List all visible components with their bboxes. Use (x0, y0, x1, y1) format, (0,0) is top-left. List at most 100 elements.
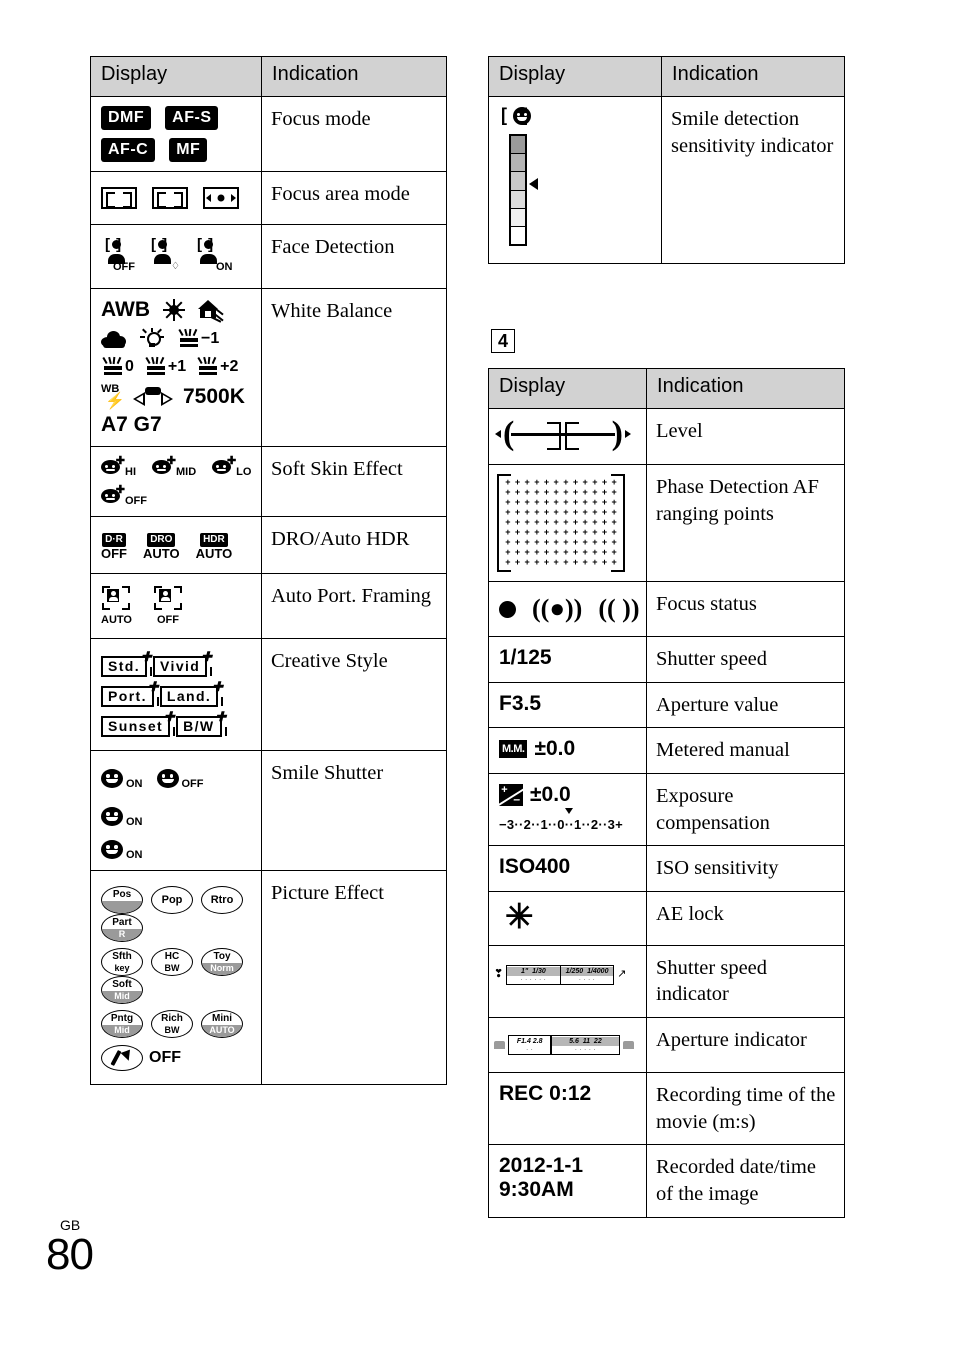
soft-skin-lo-icon: ✚ (212, 456, 236, 478)
picture-effect-high-contrast-mono-icon: HC BW (151, 948, 193, 976)
indication-cell-recorded-datetime: Recorded date/time of the image (646, 1144, 845, 1218)
pe-sfth-sub-label: key (114, 963, 130, 973)
auto-portrait-framing-off-icon: OFF (153, 586, 182, 626)
pe-rich-label: Rich (161, 1013, 183, 1024)
table-row: ✚ HI ✚ MID ✚ LO ✚ OFF Soft Skin Effect (90, 446, 447, 517)
display-cell-phase-detection-af: + + + + + + + + + + + + + + + + + + + + + + + + + + + + + + + + + + + + +… (488, 464, 647, 582)
fluorescent-plus2-label: +2 (220, 358, 239, 375)
indication-cell-white-balance: White Balance (261, 288, 447, 447)
sensitivity-pointer-icon (529, 178, 538, 190)
indication-cell-phase-detection-af: Phase Detection AF ranging points (646, 464, 845, 582)
face-detection-off-label: OFF (113, 261, 135, 273)
smile-shutter-on-label-3: ON (126, 849, 143, 861)
smile-shutter-off-icon (156, 766, 182, 790)
column-header-display: Display (488, 56, 662, 97)
display-cell-rec-time: REC 0:12 (488, 1072, 647, 1146)
table-row: ((●)) (( )) Focus status (488, 581, 845, 637)
creative-style-bw-icon: B/W ✚ (176, 710, 227, 737)
table-row: + – ±0.0 −3··2··1··0··1··2··3+ Exposure c… (488, 772, 845, 847)
mf-icon: MF (169, 138, 208, 162)
table-row: ✳ AE lock (488, 890, 845, 946)
ap-label-1: F1.4 (516, 1038, 531, 1046)
display-cell-dro-auto-hdr: D·R OFF DRO AUTO HDR AUTO (90, 516, 262, 574)
display-cell-shutter-speed: 1/125 (488, 636, 647, 683)
smile-face-icon (513, 107, 531, 125)
indication-cell-ae-lock: AE lock (646, 890, 845, 946)
picture-effect-off-icon (101, 1045, 143, 1071)
display-indication-table-right-bottom: Display Indication () Level + + + + + + + + + + + +… (488, 368, 845, 1218)
creative-style-sunset-icon: Sunset ✚ (101, 710, 176, 737)
color-filter-label: A7 G7 (101, 413, 162, 436)
fluorescent-warm-white-icon (177, 328, 201, 350)
display-cell-creative-style: Std. ✚ Vivid ✚ Port. ✚ Land. ✚ Sunset ✚ B/W ✚ (90, 638, 262, 751)
indication-cell-smile-sensitivity: Smile detection sensitivity indicator (661, 96, 845, 264)
recorded-date-value: 2012-1-1 (499, 1154, 584, 1178)
creative-style-sunset-label: Sunset (108, 718, 164, 734)
picture-effect-soft-high-key-icon: Sfth key (101, 948, 143, 976)
pe-pntg-sub-label: Mid (114, 1025, 130, 1035)
daylight-icon (163, 299, 185, 321)
table-header-row: Display Indication (488, 368, 845, 409)
exposure-compensation-icon: + – (499, 783, 523, 806)
smile-shutter-on-icon-3 (101, 837, 126, 861)
table-header-row: Display Indication (488, 56, 845, 97)
fluorescent-daylight-icon (196, 356, 220, 378)
pe-rtro-label: Rtro (210, 894, 234, 906)
indication-cell-smile-shutter: Smile Shutter (261, 750, 447, 871)
picture-effect-partial-color-icon: Part R (101, 914, 143, 942)
display-cell-focus-mode: DMF AF-S AF-C MF (90, 96, 262, 172)
page-number: 80 (46, 1230, 94, 1279)
smile-shutter-on-label-1: ON (126, 778, 143, 790)
indication-cell-face-detection: Face Detection (261, 224, 447, 289)
ap-label-4: 11 (582, 1038, 591, 1046)
deep-depth-icon (623, 1041, 634, 1050)
picture-effect-toy-camera-icon: Toy Norm (201, 948, 243, 976)
dro-auto-chip: DRO (147, 533, 176, 547)
display-cell-ae-lock: ✳ (488, 890, 647, 946)
table-header-row: Display Indication (90, 56, 447, 97)
custom-wb-icon (133, 386, 173, 408)
ss-label-2: 1/30 (532, 967, 546, 975)
indication-cell-rec-time: Recording time of the movie (m:s) (646, 1072, 845, 1146)
exposure-compensation-value: ±0.0 (530, 782, 571, 806)
display-cell-picture-effect: Pos Pop Rtro Part R Sfth key HC BW Toy Norm … (90, 870, 262, 1085)
creative-style-standard-label: Std. (108, 658, 141, 674)
display-cell-iso: ISO400 (488, 845, 647, 892)
creative-style-standard-icon: Std. ✚ (101, 650, 153, 677)
center-af-icon (152, 187, 188, 209)
picture-effect-rich-tone-mono-icon: Rich BW (151, 1010, 193, 1038)
fluorescent-minus1-label: −1 (201, 330, 220, 347)
apf-off-label: OFF (156, 614, 179, 626)
table-row: ON OFF ON ON Smile Shutter (90, 750, 447, 871)
section-number-marker: 4 (491, 329, 515, 353)
indication-cell-iso: ISO sensitivity (646, 845, 845, 892)
face-registration-glyph: ♢ (171, 261, 180, 272)
picture-effect-posterization-icon: Pos (101, 886, 143, 914)
smile-shutter-off-label: OFF (181, 778, 204, 790)
column-header-indication: Indication (661, 56, 845, 97)
dro-off-label: OFF (101, 546, 127, 561)
soft-skin-off-label: OFF (125, 495, 147, 507)
recorded-time-value: 9:30AM (499, 1178, 574, 1202)
column-header-indication: Indication (261, 56, 447, 97)
pe-part-sub-label: R (118, 929, 126, 939)
table-row: AWB −1 0 +1 +2 WB ⚡ 7500K A7 G7 White Ba… (90, 288, 447, 447)
ap-label-5: 22 (593, 1038, 602, 1046)
indication-cell-aperture-indicator: Aperture indicator (646, 1017, 845, 1074)
table-row: Pos Pop Rtro Part R Sfth key HC BW Toy Norm … (90, 870, 447, 1085)
fluorescent-0-label: 0 (125, 358, 134, 375)
table-row: 2012-1-1 9:30AM Recorded date/time of th… (488, 1144, 845, 1218)
display-cell-aperture-indicator: F1.4 2.8 · · 5.6 11 22 · · · · · (488, 1017, 647, 1074)
pe-pntg-label: Pntg (110, 1013, 134, 1024)
indication-cell-creative-style: Creative Style (261, 638, 447, 751)
table-row: [ ] OFF [ ] ♢ [ ] ON Face Dete (90, 224, 447, 289)
awb-label: AWB (101, 298, 150, 321)
metered-manual-value: ±0.0 (534, 737, 576, 761)
smile-sensitivity-bar-icon: [ ] (499, 106, 619, 254)
indication-cell-level: Level (646, 408, 845, 465)
pe-toy-label: Toy (213, 951, 231, 962)
af-point-grid: + + + + + + + + + + + + + + + + + + + + + + + + + + + + + + + + + + + + +… (505, 477, 617, 567)
dro-off-icon: D·R OFF (101, 529, 127, 561)
hdr-auto-chip: HDR (200, 533, 228, 547)
ae-lock-icon: ✳ (505, 897, 534, 936)
